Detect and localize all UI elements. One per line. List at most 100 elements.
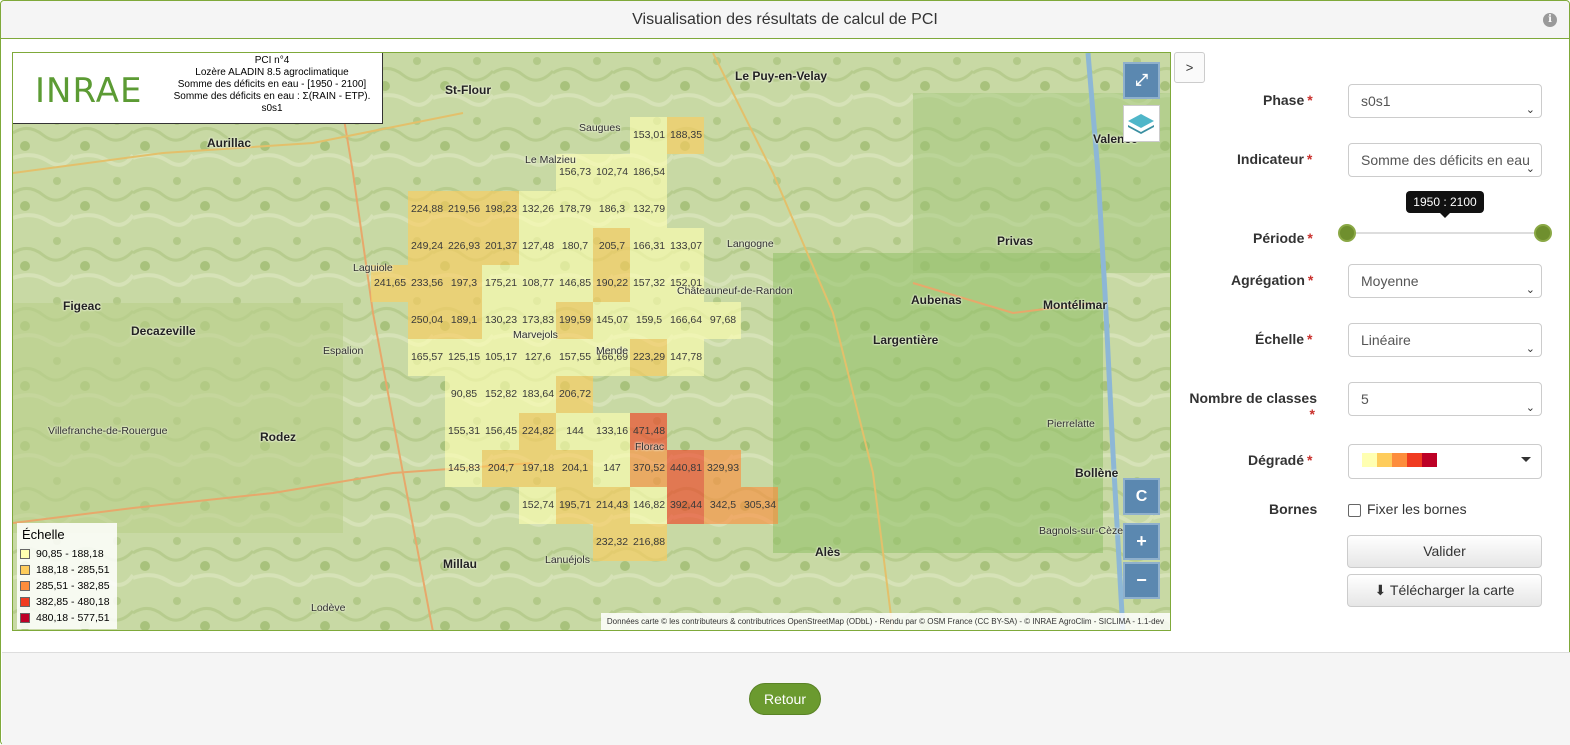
periode-slider-track[interactable] — [1347, 232, 1543, 234]
gradient-swatch — [1407, 453, 1422, 467]
grid-cell-value: 97,68 — [709, 314, 737, 326]
zoom-in-button[interactable]: + — [1123, 523, 1160, 560]
periode-label: Période * — [1253, 230, 1313, 246]
periode-slider-end-handle[interactable] — [1534, 224, 1552, 242]
legend-swatch — [20, 565, 30, 575]
map-title-line: Somme des déficits en eau : Σ(RAIN - ETP… — [173, 91, 371, 102]
legend-label: 480,18 - 577,51 — [36, 612, 110, 624]
map-place-espalion: Espalion — [323, 345, 364, 357]
map-place-marvejols: Marvejols — [513, 329, 558, 341]
map-place-mende: Mende — [596, 345, 629, 357]
panel-toggle-button[interactable]: > — [1174, 52, 1205, 83]
chevron-down-icon: ⌄ — [1525, 163, 1535, 175]
map-attribution: Données carte © les contributeurs & cont… — [600, 613, 1170, 630]
map-title-lines: PCI n°4 Lozère ALADIN 8.5 agroclimatique… — [163, 55, 381, 115]
grid-cell-value: 329,93 — [706, 462, 740, 474]
map-place-rodez: Rodez — [260, 430, 296, 444]
fixer-bornes-checkbox[interactable] — [1348, 504, 1361, 517]
map-place-aurillac: Aurillac — [207, 136, 252, 150]
map-place-pierrelatte: Pierrelatte — [1047, 418, 1095, 430]
legend-title: Échelle — [22, 527, 65, 542]
legend-row: 188,18 - 285,51 — [20, 562, 114, 578]
chevron-down-icon: ⌄ — [1525, 284, 1535, 296]
map-place-lanuejols: Lanuéjols — [545, 554, 590, 566]
legend-row: 382,85 - 480,18 — [20, 594, 114, 610]
map-place-le-malzieu: Le Malzieu — [525, 154, 576, 166]
map-place-aubenas: Aubenas — [911, 293, 962, 307]
map-title-line: Somme des déficits en eau - [1950 - 2100… — [177, 79, 367, 90]
map-place-chateauneuf: Châteauneuf-de-Randon — [677, 285, 793, 297]
map-place-decazeville: Decazeville — [131, 324, 196, 338]
pci-results-panel: Visualisation des résultats de calcul de… — [0, 0, 1570, 745]
indicateur-label: Indicateur * — [1237, 151, 1313, 167]
legend-swatch — [20, 597, 30, 607]
map-place-laguiole: Laguiole — [353, 262, 393, 274]
grid-cell-value: 216,88 — [632, 536, 666, 548]
map-place-villefranche: Villefranche-de-Rouergue — [48, 425, 168, 437]
legend-label: 188,18 - 285,51 — [36, 564, 110, 576]
map-legend: Échelle 90,85 - 188,18 188,18 - 285,51 285… — [17, 523, 117, 629]
agregation-select[interactable]: Moyenne ⌄ — [1348, 264, 1542, 298]
fixer-bornes-label[interactable]: Fixer les bornes — [1367, 501, 1467, 517]
map-place-le-puy: Le Puy-en-Velay — [735, 69, 828, 83]
indicateur-select[interactable]: Somme des déficits en eau ⌄ — [1348, 143, 1542, 177]
chevron-down-icon: ⌄ — [1525, 402, 1535, 414]
map-place-florac: Florac — [635, 441, 665, 453]
legend-row: 90,85 - 188,18 — [20, 546, 114, 562]
periode-tooltip: 1950 : 2100 — [1406, 191, 1484, 218]
echelle-label: Échelle * — [1255, 331, 1313, 347]
map-title-box: INRAE PCI n°4 Lozère ALADIN 8.5 agroclim… — [13, 53, 383, 124]
map-place-largentiere: Largentière — [873, 333, 939, 347]
panel-header: Visualisation des résultats de calcul de… — [1, 1, 1569, 39]
zoom-out-button[interactable]: − — [1123, 562, 1160, 599]
phase-select[interactable]: s0s1 ⌄ — [1348, 84, 1542, 118]
valider-button[interactable]: Valider — [1347, 535, 1542, 568]
layers-button[interactable] — [1123, 105, 1160, 142]
pci-grid-layer: 153,01 188,35 156,73 102,74 186,54 224,88 219,… — [13, 53, 1170, 630]
map-place-langogne: Langogne — [727, 238, 774, 250]
map-place-saugues: Saugues — [579, 122, 621, 134]
map-view[interactable]: 153,01 188,35 156,73 102,74 186,54 224,88 219,… — [12, 52, 1171, 631]
legend-label: 285,51 - 382,85 — [36, 580, 110, 592]
legend-swatch — [20, 613, 30, 623]
map-title-line: Lozère ALADIN 8.5 agroclimatique — [195, 67, 349, 78]
map-place-ales: Alès — [815, 545, 841, 559]
info-icon[interactable]: i — [1543, 13, 1557, 27]
agregation-label: Agrégation * — [1231, 272, 1314, 288]
c-button[interactable]: C — [1123, 478, 1160, 515]
grid-cell-value: 305,34 — [743, 499, 777, 511]
gradient-swatch — [1377, 453, 1392, 467]
map-place-st-flour: St-Flour — [445, 83, 491, 97]
legend-label: 90,85 - 188,18 — [36, 548, 104, 560]
gradient-swatch — [1362, 453, 1377, 467]
nb-classes-select[interactable]: 5 ⌄ — [1348, 382, 1542, 416]
map-title-line: s0s1 — [261, 103, 283, 114]
chevron-down-icon: ⌄ — [1525, 104, 1535, 116]
telecharger-carte-button[interactable]: ⬇ Télécharger la carte — [1347, 574, 1542, 607]
legend-label: 382,85 - 480,18 — [36, 596, 110, 608]
degrade-select[interactable] — [1348, 444, 1542, 479]
grid-cell-value: 132,79 — [632, 203, 666, 215]
nb-classes-label: Nombre de classes * — [1189, 390, 1317, 422]
gradient-swatch — [1392, 453, 1407, 467]
periode-slider-start-handle[interactable] — [1338, 224, 1356, 242]
grid-cell-value: 188,35 — [669, 129, 703, 141]
grid-cell-value: 133,07 — [669, 240, 703, 252]
map-place-bagnols: Bagnols-sur-Cèze — [1039, 525, 1124, 537]
echelle-select[interactable]: Linéaire ⌄ — [1348, 323, 1542, 357]
legend-row: 480,18 - 577,51 — [20, 610, 114, 626]
map-place-montelimar: Montélimar — [1043, 298, 1108, 312]
bornes-label: Bornes — [1269, 501, 1318, 517]
map-place-lodeve: Lodève — [311, 602, 346, 614]
grid-cell-value: 186,54 — [632, 166, 666, 178]
inrae-logo: INRAE — [35, 71, 143, 111]
legend-row: 285,51 - 382,85 — [20, 578, 114, 594]
gradient-swatch — [1422, 453, 1437, 467]
map-place-figeac: Figeac — [63, 299, 102, 313]
fullscreen-button[interactable]: ⤢ — [1123, 62, 1160, 99]
retour-button[interactable]: Retour — [749, 683, 821, 715]
map-place-millau: Millau — [443, 557, 478, 571]
chevron-down-icon: ⌄ — [1525, 343, 1535, 355]
grid-cell-value: 147,78 — [669, 351, 703, 363]
degrade-label: Dégradé * — [1248, 452, 1313, 468]
